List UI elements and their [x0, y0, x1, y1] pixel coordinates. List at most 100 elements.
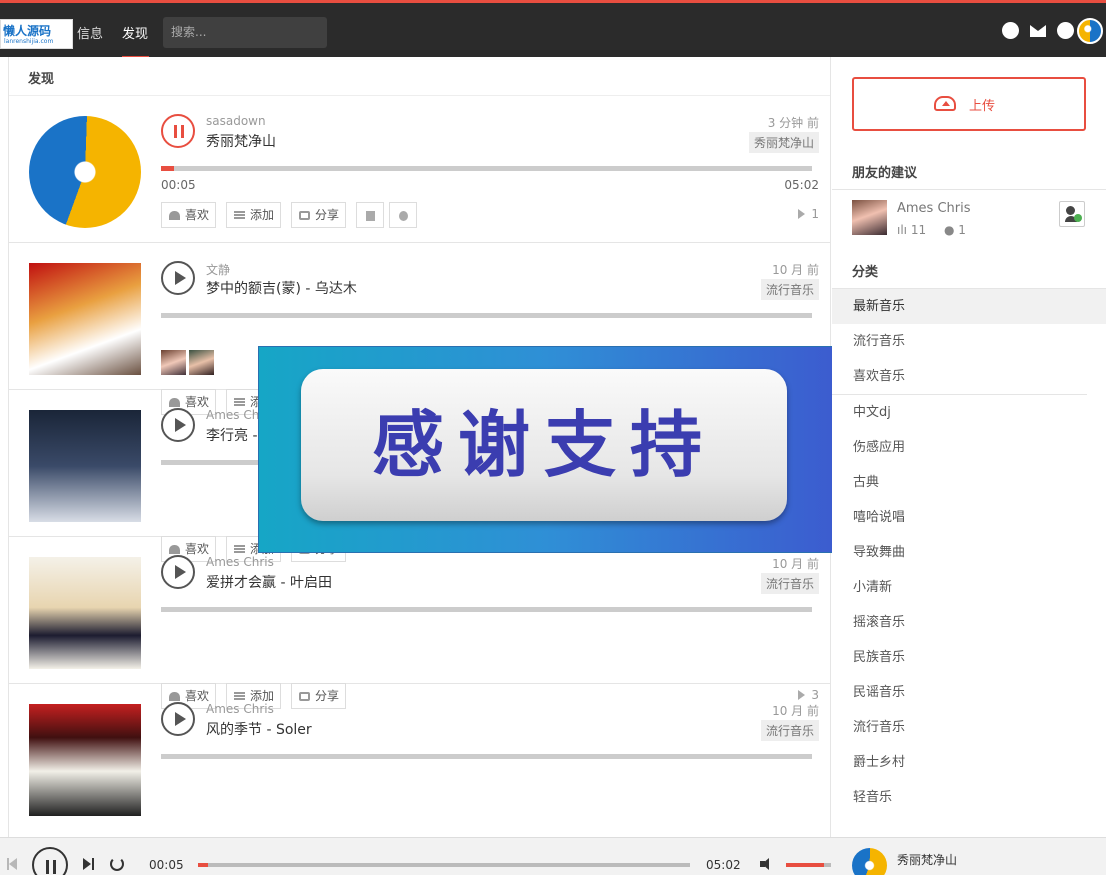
nav-item-discover[interactable]: 发现 [122, 23, 148, 42]
now-playing-title[interactable]: 秀丽梵净山 [897, 851, 957, 868]
pause-icon [174, 125, 177, 138]
nav-item-messages[interactable]: 信息 [77, 23, 103, 42]
volume-icon[interactable] [760, 858, 776, 870]
track-tag[interactable]: 流行音乐 [760, 279, 819, 300]
category-item[interactable]: 流行音乐 [832, 710, 1106, 745]
player-seek-fill [198, 863, 208, 867]
share-button[interactable]: 分享 [291, 202, 347, 228]
track-user[interactable]: 文静 [206, 261, 230, 278]
category-item[interactable]: 伤感应用 [832, 430, 1106, 465]
category-item[interactable]: 嘻哈说唱 [832, 500, 1106, 535]
track-cover[interactable] [29, 557, 141, 669]
track-title[interactable]: 梦中的额吉(蒙) - 乌达木 [206, 278, 357, 298]
add-user-icon [1066, 206, 1075, 215]
trash-icon [366, 211, 375, 221]
pause-button[interactable] [161, 114, 195, 148]
liker-avatar[interactable] [161, 350, 186, 375]
like-button[interactable]: 喜欢 [161, 202, 217, 228]
liker-avatar[interactable] [189, 350, 214, 375]
track-duration: 05:02 [784, 178, 819, 192]
play-button[interactable] [161, 555, 195, 589]
track-user[interactable]: Ames Chris [206, 555, 274, 569]
globe-icon[interactable] [1057, 22, 1074, 39]
volume-slider[interactable] [786, 863, 831, 867]
play-button[interactable] [161, 408, 195, 442]
track-progress[interactable] [161, 313, 812, 318]
play-icon [175, 418, 186, 432]
track-progress[interactable] [161, 166, 812, 171]
top-icons [1002, 18, 1103, 44]
track-title[interactable]: 李行亮 - [206, 425, 258, 445]
category-item[interactable]: 中文dj [832, 395, 1106, 430]
category-item[interactable]: 古典 [832, 465, 1106, 500]
track-cover[interactable] [29, 704, 141, 816]
previous-icon[interactable] [7, 858, 17, 870]
follow-user-button[interactable] [1059, 201, 1085, 227]
mail-icon[interactable] [1030, 25, 1046, 37]
track-cover[interactable] [29, 410, 141, 522]
category-item[interactable]: 轻音乐 [832, 780, 1106, 815]
category-item[interactable]: 民族音乐 [832, 640, 1106, 675]
track-title[interactable]: 风的季节 - Soler [206, 719, 312, 739]
play-count-value: 1 [811, 207, 819, 221]
notifications-icon[interactable] [1002, 22, 1019, 39]
category-item[interactable]: 摇滚音乐 [832, 605, 1106, 640]
search-input[interactable]: 搜索... [163, 17, 327, 48]
track-time: 10 月 前 [772, 263, 819, 277]
friend-track-count: 11 [910, 223, 927, 237]
category-item[interactable]: 小清新 [832, 570, 1106, 605]
share-label: 分享 [315, 208, 340, 222]
track-user[interactable]: Ames Chris [206, 702, 274, 716]
list-icon [234, 211, 245, 219]
download-button[interactable] [389, 202, 417, 228]
track-user[interactable]: sasadown [206, 114, 266, 128]
friends-heading: 朋友的建议 [852, 166, 918, 181]
tracks-icon: ılı [897, 223, 908, 237]
repeat-icon[interactable] [110, 857, 124, 871]
cloud-upload-icon [934, 96, 956, 111]
track-tag[interactable]: 秀丽梵净山 [748, 132, 819, 153]
track-item: sasadown 秀丽梵净山 3 分钟 前 秀丽梵净山 00:05 05:02 … [9, 96, 830, 243]
player-seek-bar[interactable] [198, 863, 690, 867]
category-item[interactable]: 导致舞曲 [832, 535, 1106, 570]
friend-name[interactable]: Ames Chris [897, 201, 971, 216]
play-button[interactable] [161, 261, 195, 295]
track-item: Ames Chris 爱拼才会赢 - 叶启田 10 月 前 流行音乐 喜欢 添加… [9, 537, 830, 709]
track-elapsed: 00:05 [161, 178, 196, 192]
plus-icon [1074, 214, 1082, 222]
pause-button[interactable] [32, 847, 68, 875]
play-button[interactable] [161, 702, 195, 736]
pause-icon [53, 860, 56, 874]
play-icon [175, 271, 186, 285]
upload-label: 上传 [969, 99, 996, 114]
track-progress[interactable] [161, 607, 812, 612]
track-tag[interactable]: 流行音乐 [760, 573, 819, 594]
site-logo[interactable]: 懒人源码 lanrenshijia.com [0, 19, 73, 49]
thanks-banner-text: 感谢支持 [371, 403, 716, 487]
track-progress[interactable] [161, 754, 812, 759]
track-item: Ames Chris 风的季节 - Soler 10 月 前 流行音乐 [9, 684, 830, 831]
track-cover[interactable] [29, 116, 141, 228]
category-item[interactable]: 最新音乐 [832, 289, 1106, 324]
thanks-banner: 感谢支持 [258, 346, 835, 553]
category-item[interactable]: 喜欢音乐 [832, 359, 1106, 394]
category-item[interactable]: 爵士乡村 [832, 745, 1106, 780]
delete-button[interactable] [356, 202, 384, 228]
track-cover[interactable] [29, 263, 141, 375]
track-time: 3 分钟 前 [767, 116, 819, 130]
now-playing-cover[interactable] [852, 848, 887, 875]
track-tag[interactable]: 流行音乐 [760, 720, 819, 741]
add-button[interactable]: 添加 [226, 202, 282, 228]
category-item[interactable]: 流行音乐 [832, 324, 1106, 359]
user-avatar[interactable] [1077, 18, 1103, 44]
track-title[interactable]: 秀丽梵净山 [206, 131, 276, 151]
volume-fill [786, 863, 825, 867]
download-icon [399, 211, 408, 221]
category-item[interactable]: 民谣音乐 [832, 675, 1106, 710]
next-icon[interactable] [83, 858, 95, 870]
track-title[interactable]: 爱拼才会赢 - 叶启田 [206, 572, 332, 592]
upload-button[interactable]: 上传 [852, 77, 1086, 131]
player-elapsed: 00:05 [149, 858, 184, 872]
heart-icon [169, 211, 180, 220]
friend-avatar[interactable] [852, 200, 887, 235]
